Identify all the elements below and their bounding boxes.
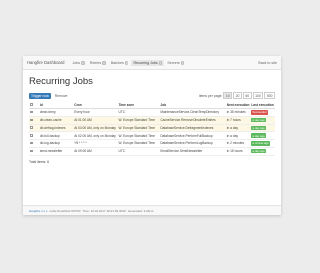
job-method-link[interactable]: DatabaseService.PerformFullBackup (159, 131, 226, 140)
job-next-execution: in 35 minutes (225, 108, 251, 117)
job-method-link[interactable]: DatabaseService.DefragmentIndexes (159, 124, 226, 133)
job-timezone: W. Europe Standard Time (117, 139, 160, 148)
nav-tab-batches[interactable]: Batches 0 (109, 60, 131, 66)
job-id: db-defrag-indexes (38, 124, 74, 133)
page-size-selector: Items per page: 10 20 50 100 500 (199, 92, 275, 99)
last-execution-badge[interactable]: a day ago (251, 133, 267, 138)
nav-tab-servers[interactable]: Servers 1 (165, 60, 186, 66)
job-next-execution: in 7 hours (225, 116, 251, 125)
table-row[interactable]: db-clean-cache At 01:00 AM W. Europe Stand… (29, 116, 275, 125)
items-per-page-label: Items per page: (198, 93, 223, 98)
table-row[interactable]: send-newsletter At 09:00 AM UTC EmailServic… (29, 147, 275, 156)
job-id: db-clean-cache (38, 116, 74, 125)
table-row[interactable]: db-defrag-indexes At 03:00 AM, only on Mo… (29, 124, 275, 133)
row-checkbox-cell[interactable] (29, 108, 39, 117)
job-cron: At 01:00 AM (73, 116, 118, 125)
last-execution-badge[interactable]: Succeeded (251, 110, 268, 115)
nav-tab-label: Batches (110, 60, 124, 65)
job-cron: At 09:00 AM (73, 147, 118, 156)
nav-tab-label: Jobs (72, 60, 81, 65)
last-execution-badge[interactable]: a day ago (251, 117, 267, 123)
table-row[interactable]: db-log-backup */5 * * * * W. Europe Standa… (29, 139, 275, 148)
count-badge: 1 (180, 60, 185, 65)
row-checkbox-cell[interactable] (29, 124, 39, 133)
page-size-option[interactable]: 500 (264, 92, 275, 99)
page-size-option[interactable]: 50 (242, 92, 252, 99)
row-checkbox-cell[interactable] (29, 139, 39, 148)
job-last-execution-cell: a day ago (250, 131, 275, 140)
job-method-link[interactable]: CacheService.RemoveObsoleteEntries (159, 116, 226, 125)
job-cron: */5 * * * * (73, 139, 118, 148)
nav-tab-label: Retries (89, 60, 102, 65)
last-execution-badge[interactable]: a minute ago (251, 141, 270, 146)
footer-version-link[interactable]: Hangfire 1.x.x (29, 209, 48, 213)
job-last-execution-cell: a day ago (250, 147, 275, 156)
job-timezone: W. Europe Standard Time (117, 116, 160, 125)
nav-tab-retries[interactable]: Retries 0 (88, 60, 108, 66)
footer-storage: redis://localhost:6379/0 (49, 208, 81, 213)
select-all-checkbox[interactable] (30, 103, 33, 106)
last-execution-badge[interactable]: a day ago (251, 148, 267, 154)
back-to-site-link[interactable]: Back to site (258, 61, 277, 65)
job-next-execution: in a day (225, 131, 251, 140)
count-badge: 0 (81, 60, 85, 65)
job-next-execution: in 2 minutes (225, 139, 251, 148)
job-last-execution-cell: a day ago (250, 116, 275, 125)
footer-time: Time: 12.04.2017 18:21:39.304Z (82, 208, 126, 213)
page-title: Recurring Jobs (29, 76, 93, 87)
row-checkbox-cell[interactable] (29, 147, 39, 156)
row-checkbox[interactable] (30, 141, 33, 145)
job-method-link[interactable]: DatabaseService.PerformLogBackup (159, 139, 226, 148)
nav-tab-recurring-jobs[interactable]: Recurring Jobs 7 (131, 59, 165, 66)
job-id: db-full-backup (38, 131, 74, 140)
count-badge: 7 (158, 60, 163, 65)
nav-tab-label: Servers (167, 60, 180, 65)
job-id: db-log-backup (38, 139, 74, 148)
job-id: send-newsletter (38, 147, 74, 156)
last-execution-badge[interactable]: a day ago (251, 125, 267, 131)
toolbar: Trigger now Remove Items per page: 10 20… (29, 92, 275, 99)
nav-tab-label: Recurring Jobs (133, 60, 158, 65)
nav-tab-jobs[interactable]: Jobs 0 (70, 60, 86, 66)
top-navbar: Hangfire Dashboard Jobs 0 Retries 0 Batche… (23, 56, 281, 70)
count-badge: 0 (102, 60, 106, 65)
footer-generated: Generated: 3.26ms (127, 208, 154, 213)
job-cron: At 02:00 AM, only on Monday (73, 131, 118, 140)
job-cron: Every hour (73, 108, 118, 117)
table-row[interactable]: clean-temp Every hour UTC MaintenanceServic… (29, 108, 275, 117)
job-last-execution-cell: Succeeded (250, 108, 275, 117)
job-timezone: UTC (117, 108, 160, 117)
row-checkbox[interactable] (30, 134, 33, 137)
total-items: Total items: 6 (29, 159, 49, 164)
row-checkbox[interactable] (30, 126, 33, 129)
table-row[interactable]: db-full-backup At 02:00 AM, only on Monda… (29, 131, 275, 140)
brand-logo[interactable]: Hangfire Dashboard (27, 60, 64, 65)
job-next-execution: in 15 hours (225, 147, 251, 156)
count-badge: 0 (124, 60, 129, 65)
job-method-link[interactable]: EmailService.SendNewsletter (159, 147, 226, 156)
job-id: clean-temp (38, 108, 74, 117)
job-cron: At 03:00 AM, only on Monday (73, 124, 118, 133)
recurring-jobs-table: Id Cron Time zone Job Next execution Las… (29, 102, 275, 156)
job-last-execution-cell: a minute ago (250, 139, 275, 148)
job-timezone: W. Europe Standard Time (117, 124, 160, 133)
row-checkbox[interactable] (30, 149, 33, 153)
page-size-option[interactable]: 20 (233, 92, 242, 99)
page-size-option[interactable]: 10 (223, 92, 233, 99)
footer: Hangfire 1.x.x redis://localhost:6379/0 … (23, 205, 281, 215)
job-last-execution-cell: a day ago (250, 124, 275, 133)
page-size-option[interactable]: 100 (252, 92, 264, 99)
job-next-execution: in a day (225, 124, 251, 133)
row-checkbox-cell[interactable] (29, 131, 39, 140)
row-checkbox[interactable] (30, 110, 33, 114)
trigger-now-button[interactable]: Trigger now (29, 92, 51, 99)
row-checkbox[interactable] (30, 118, 33, 122)
dashboard-window: Hangfire Dashboard Jobs 0 Retries 0 Batche… (23, 56, 281, 215)
row-checkbox-cell[interactable] (29, 116, 39, 125)
job-method-link[interactable]: MaintenanceService.CleanTempDirectory (159, 108, 226, 117)
remove-button[interactable]: Remove (53, 93, 70, 99)
job-timezone: UTC (117, 147, 160, 156)
main-content: Recurring Jobs Trigger now Remove Items … (23, 70, 281, 164)
job-timezone: W. Europe Standard Time (117, 131, 160, 140)
